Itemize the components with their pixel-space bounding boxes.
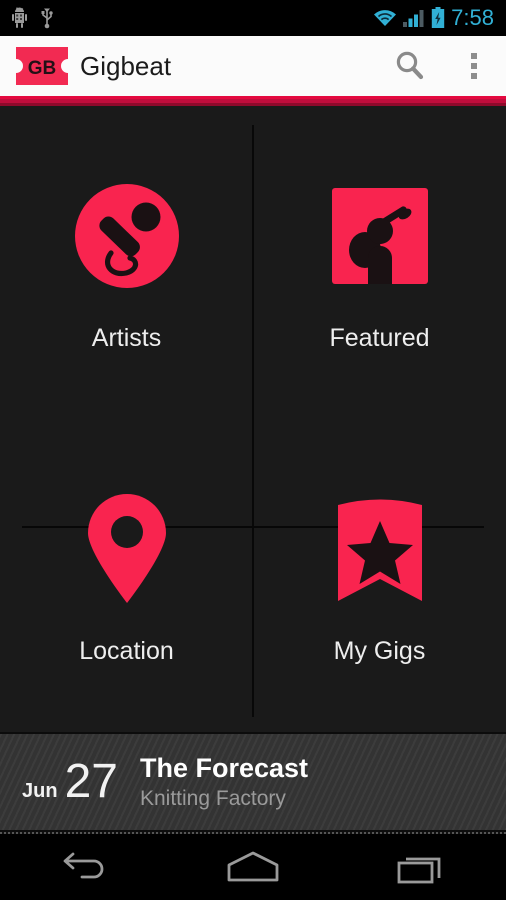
back-arrow-icon xyxy=(63,852,104,879)
bookmark-star-icon xyxy=(335,487,425,611)
gigbeat-ticket-logo[interactable]: GB xyxy=(16,47,68,85)
grid-item-featured[interactable]: Featured xyxy=(253,107,506,419)
recents-icon xyxy=(397,857,441,884)
overflow-menu-button[interactable] xyxy=(442,36,506,96)
event-title: The Forecast xyxy=(140,753,309,783)
event-venue: Knitting Factory xyxy=(140,787,286,810)
home-icon xyxy=(227,851,279,882)
phone-screen: 7:58 GB Gigbeat Artists Featured Locatio… xyxy=(0,0,506,900)
grid-label-location: Location xyxy=(79,636,174,665)
usb-icon xyxy=(41,8,53,29)
event-date: Jun 27 xyxy=(0,758,140,806)
grid-item-my-gigs[interactable]: My Gigs xyxy=(253,420,506,732)
battery-charging-icon xyxy=(431,7,445,28)
status-bar-clock: 7:58 xyxy=(451,5,494,30)
guitarist-square-icon xyxy=(331,174,428,298)
action-bar: GB Gigbeat xyxy=(0,36,506,96)
accent-line-bottom xyxy=(0,103,506,106)
app-title: Gigbeat xyxy=(80,50,172,81)
event-info: The Forecast Knitting Factory xyxy=(140,753,308,811)
signal-bars-icon xyxy=(403,10,424,27)
logo-text: GB xyxy=(28,58,57,79)
action-bar-buttons xyxy=(378,36,506,96)
microphone-circle-icon xyxy=(72,174,182,298)
grid-label-featured: Featured xyxy=(329,323,430,352)
upcoming-event-bar[interactable]: Jun 27 The Forecast Knitting Factory xyxy=(0,732,506,832)
android-debug-icon xyxy=(12,7,27,28)
grid-label-my-gigs: My Gigs xyxy=(333,636,426,665)
wifi-icon xyxy=(374,10,397,26)
grid-label-artists: Artists xyxy=(91,323,162,352)
event-month: Jun xyxy=(22,780,58,802)
event-day: 27 xyxy=(64,755,118,808)
overflow-dots-icon xyxy=(471,53,477,79)
status-bar-left-icons xyxy=(0,7,55,29)
nav-back-button[interactable] xyxy=(29,834,139,900)
status-bar-right-icons: 7:58 xyxy=(373,7,506,29)
status-bar: 7:58 xyxy=(0,0,506,36)
nav-home-button[interactable] xyxy=(198,834,308,900)
system-navigation-bar xyxy=(0,834,506,900)
main-menu-grid: Artists Featured Location My Gigs xyxy=(0,107,506,732)
nav-recents-button[interactable] xyxy=(367,834,477,900)
map-pin-icon xyxy=(84,487,170,611)
search-icon xyxy=(396,51,424,80)
grid-item-artists[interactable]: Artists xyxy=(0,107,253,419)
search-button[interactable] xyxy=(378,36,442,96)
grid-item-location[interactable]: Location xyxy=(0,420,253,732)
